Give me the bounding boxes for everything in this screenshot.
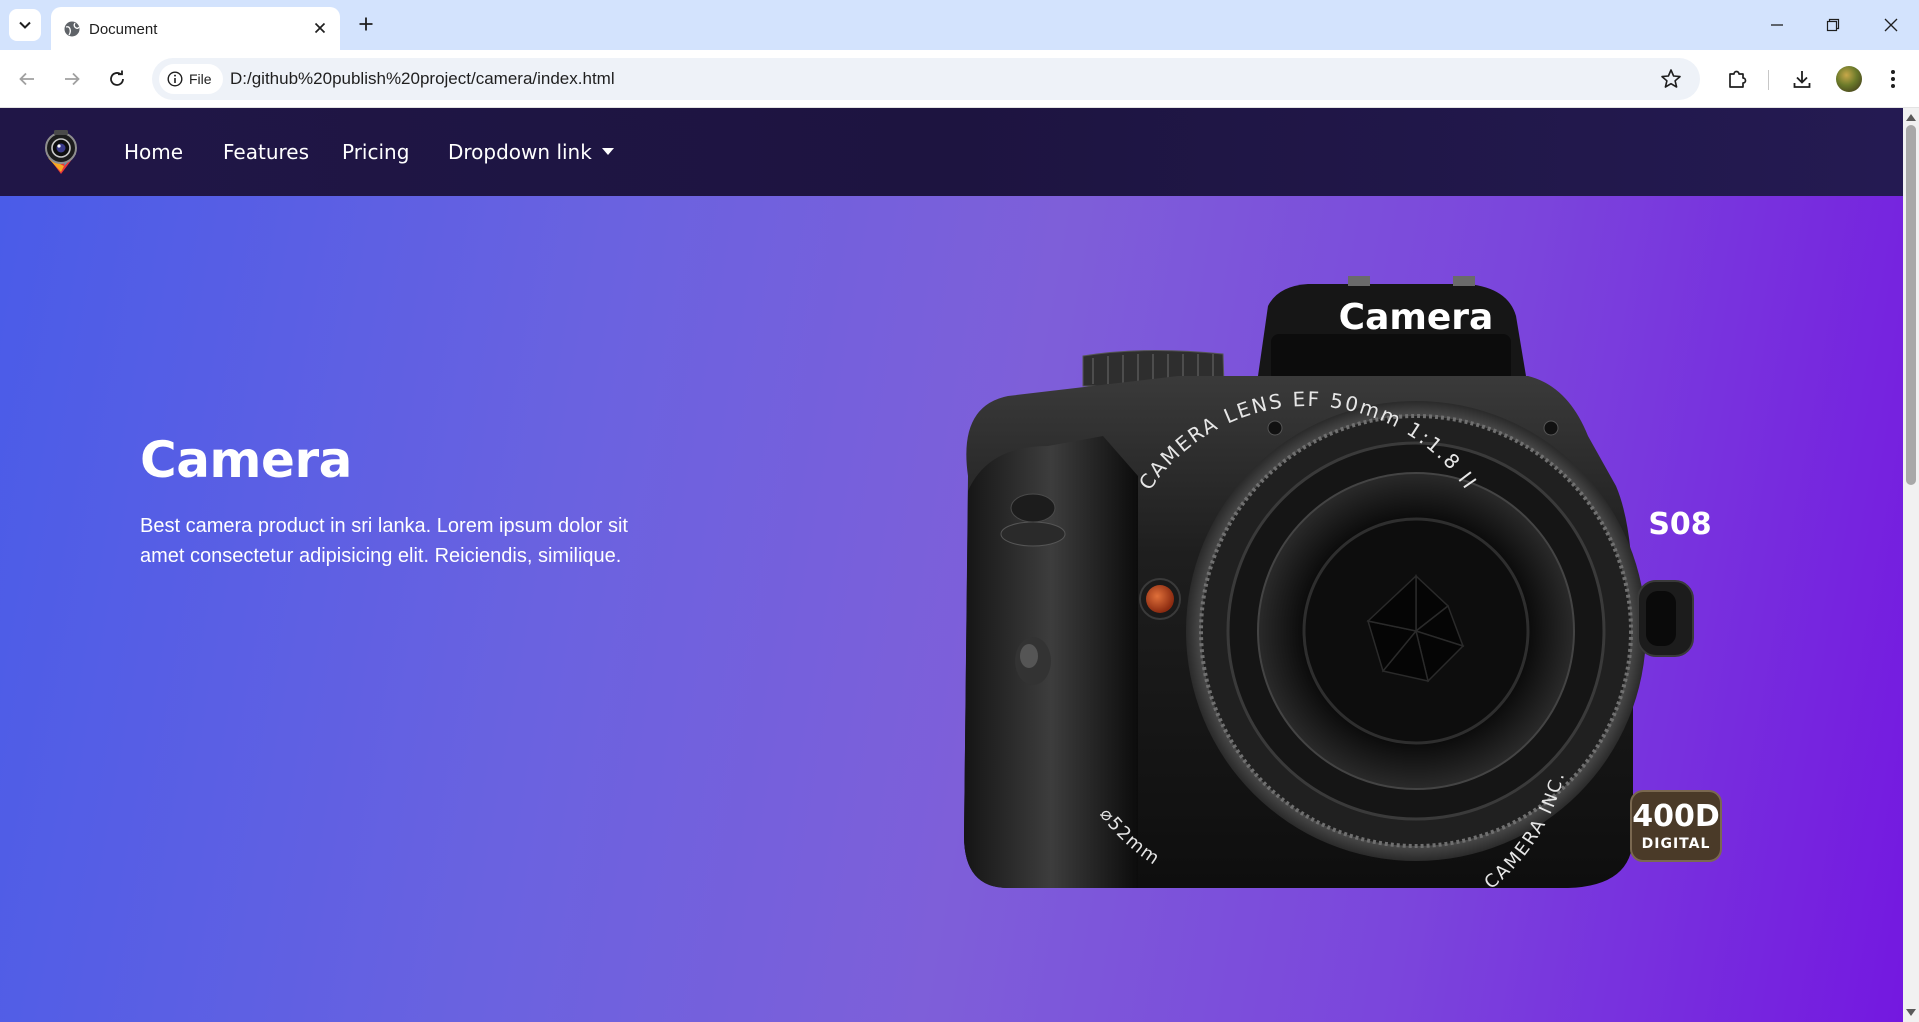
browser-menu-button[interactable]	[1880, 66, 1906, 92]
scroll-down-icon[interactable]	[1906, 1009, 1916, 1016]
close-icon	[314, 22, 326, 34]
nav-dropdown-label: Dropdown link	[448, 140, 592, 164]
back-button[interactable]	[12, 64, 42, 94]
globe-icon	[64, 21, 80, 37]
nav-link-home[interactable]: Home	[124, 140, 183, 164]
reload-icon	[110, 70, 124, 86]
minimize-button[interactable]	[1762, 10, 1792, 40]
more-vertical-icon	[1891, 70, 1895, 88]
hero-section: Camera Best camera product in sri lanka.…	[0, 196, 1903, 1022]
plus-icon	[359, 17, 373, 31]
scroll-up-icon[interactable]	[1906, 114, 1916, 121]
puzzle-icon	[1729, 70, 1747, 88]
address-bar[interactable]: File D:/github%20publish%20project/camer…	[152, 58, 1700, 100]
site-chip-label: File	[189, 71, 212, 87]
browser-toolbar: File D:/github%20publish%20project/camer…	[0, 50, 1919, 108]
new-tab-button[interactable]	[354, 12, 378, 36]
model-number: 400D	[1632, 799, 1720, 834]
chevron-down-icon	[19, 21, 31, 29]
restore-button[interactable]	[1818, 10, 1848, 40]
dslr-camera-image: Camera CAMERA LENS EF 50mm 1:1.8 II ⌀52m…	[964, 276, 1722, 894]
site-navbar: Home Features Pricing Dropdown link	[0, 108, 1903, 196]
site-info-chip[interactable]: File	[159, 64, 223, 94]
camera-logo-icon[interactable]	[40, 128, 82, 176]
hero-description: Best camera product in sri lanka. Lorem …	[140, 515, 628, 567]
browser-tab-strip: Document	[0, 0, 1919, 50]
extensions-button[interactable]	[1724, 66, 1750, 92]
bookmark-star-icon[interactable]	[1660, 68, 1682, 90]
tab-search-button[interactable]	[9, 9, 41, 41]
caret-down-icon	[601, 148, 614, 155]
minimize-icon	[1771, 24, 1783, 26]
arrow-right-icon	[65, 72, 80, 86]
nav-link-features[interactable]: Features	[223, 140, 309, 164]
nav-dropdown-toggle[interactable]: Dropdown link	[448, 140, 614, 164]
tab-close-button[interactable]	[310, 18, 330, 38]
scrollbar-thumb[interactable]	[1906, 125, 1916, 485]
model-badge: S08	[1648, 507, 1711, 542]
hero-title: Camera	[140, 431, 352, 489]
url-text[interactable]: D:/github%20publish%20project/camera/ind…	[230, 69, 615, 89]
page-viewport: Home Features Pricing Dropdown link Came…	[0, 108, 1919, 1022]
info-icon	[167, 71, 183, 87]
arrow-left-icon	[19, 72, 34, 86]
tab-title: Document	[89, 21, 158, 38]
active-tab[interactable]: Document	[51, 7, 340, 50]
forward-button[interactable]	[57, 64, 87, 94]
downloads-button[interactable]	[1789, 66, 1815, 92]
reload-button[interactable]	[102, 64, 132, 94]
download-icon	[1793, 71, 1811, 88]
profile-avatar[interactable]	[1836, 66, 1862, 92]
toolbar-separator	[1768, 70, 1769, 90]
close-icon	[1884, 18, 1898, 32]
model-sub: DIGITAL	[1642, 836, 1711, 852]
camera-brand-label: Camera	[1339, 297, 1494, 338]
nav-link-pricing[interactable]: Pricing	[342, 140, 409, 164]
window-close-button[interactable]	[1876, 10, 1906, 40]
page-scrollbar[interactable]	[1903, 108, 1919, 1022]
restore-icon	[1826, 18, 1840, 32]
